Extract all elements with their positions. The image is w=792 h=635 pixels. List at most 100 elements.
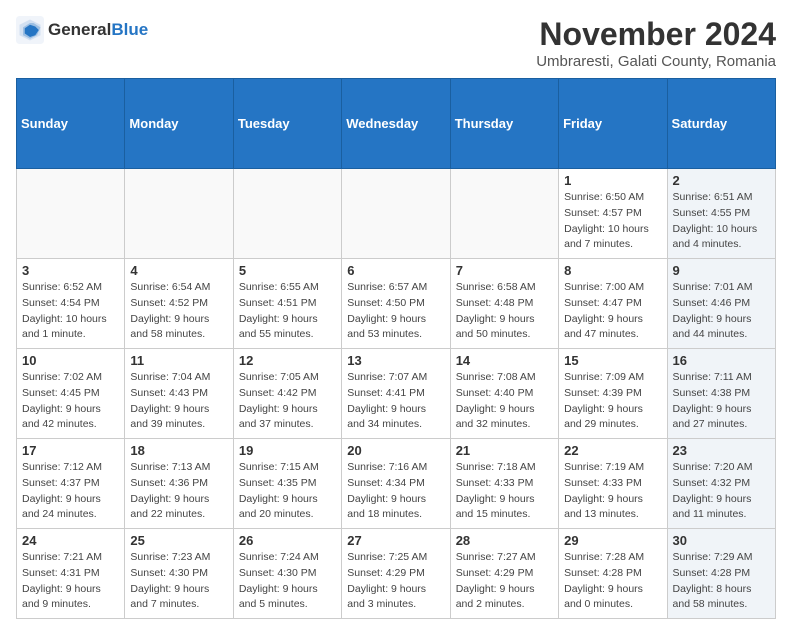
- day-info: Sunrise: 6:55 AMSunset: 4:51 PMDaylight:…: [239, 280, 336, 343]
- calendar-cell: 27 Sunrise: 7:25 AMSunset: 4:29 PMDayligh…: [342, 529, 450, 619]
- calendar-cell: 28Sunrise: 7:27 AMSunset: 4:29 PMDayligh…: [450, 529, 558, 619]
- day-number: 11: [130, 353, 227, 368]
- calendar-week-row: 17 Sunrise: 7:12 AMSunset: 4:37 PMDayligh…: [17, 439, 776, 529]
- day-info: Sunrise: 7:25 AMSunset: 4:29 PMDaylight:…: [347, 550, 444, 613]
- calendar-cell: 16Sunrise: 7:11 AMSunset: 4:38 PMDayligh…: [667, 349, 775, 439]
- day-number: 12: [239, 353, 336, 368]
- day-info: Sunrise: 7:01 AMSunset: 4:46 PMDaylight:…: [673, 280, 770, 343]
- day-number: 20: [347, 443, 444, 458]
- calendar-cell: 5 Sunrise: 6:55 AMSunset: 4:51 PMDaylight…: [233, 259, 341, 349]
- day-info: Sunrise: 6:54 AMSunset: 4:52 PMDaylight:…: [130, 280, 227, 343]
- weekday-header-sunday: Sunday: [17, 79, 125, 169]
- calendar-cell: 29 Sunrise: 7:28 AMSunset: 4:28 PMDayligh…: [559, 529, 667, 619]
- day-info: Sunrise: 6:50 AMSunset: 4:57 PMDaylight:…: [564, 190, 661, 253]
- day-number: 27: [347, 533, 444, 548]
- calendar-cell: 8 Sunrise: 7:00 AMSunset: 4:47 PMDaylight…: [559, 259, 667, 349]
- calendar-cell: 12Sunrise: 7:05 AMSunset: 4:42 PMDayligh…: [233, 349, 341, 439]
- calendar-week-row: 1 Sunrise: 6:50 AMSunset: 4:57 PMDaylight…: [17, 169, 776, 259]
- day-info: Sunrise: 7:07 AMSunset: 4:41 PMDaylight:…: [347, 370, 444, 433]
- day-number: 10: [22, 353, 119, 368]
- calendar-cell: 17 Sunrise: 7:12 AMSunset: 4:37 PMDayligh…: [17, 439, 125, 529]
- weekday-header-wednesday: Wednesday: [342, 79, 450, 169]
- calendar-cell: 1 Sunrise: 6:50 AMSunset: 4:57 PMDaylight…: [559, 169, 667, 259]
- day-info: Sunrise: 7:12 AMSunset: 4:37 PMDaylight:…: [22, 460, 119, 523]
- calendar-cell: 6Sunrise: 6:57 AMSunset: 4:50 PMDaylight…: [342, 259, 450, 349]
- calendar-week-row: 24Sunrise: 7:21 AMSunset: 4:31 PMDayligh…: [17, 529, 776, 619]
- day-number: 1: [564, 173, 661, 188]
- calendar-cell: [342, 169, 450, 259]
- logo-text: General Blue: [48, 20, 148, 40]
- day-number: 26: [239, 533, 336, 548]
- day-number: 17: [22, 443, 119, 458]
- day-info: Sunrise: 7:16 AMSunset: 4:34 PMDaylight:…: [347, 460, 444, 523]
- calendar-cell: [125, 169, 233, 259]
- day-info: Sunrise: 6:51 AMSunset: 4:55 PMDaylight:…: [673, 190, 770, 253]
- logo-icon: [16, 16, 44, 44]
- day-number: 28: [456, 533, 553, 548]
- calendar-cell: 19 Sunrise: 7:15 AMSunset: 4:35 PMDayligh…: [233, 439, 341, 529]
- day-number: 30: [673, 533, 770, 548]
- day-number: 18: [130, 443, 227, 458]
- calendar-cell: 2Sunrise: 6:51 AMSunset: 4:55 PMDaylight…: [667, 169, 775, 259]
- calendar-cell: 3 Sunrise: 6:52 AMSunset: 4:54 PMDaylight…: [17, 259, 125, 349]
- day-number: 5: [239, 263, 336, 278]
- weekday-header-tuesday: Tuesday: [233, 79, 341, 169]
- day-number: 13: [347, 353, 444, 368]
- day-number: 4: [130, 263, 227, 278]
- day-info: Sunrise: 7:28 AMSunset: 4:28 PMDaylight:…: [564, 550, 661, 613]
- day-number: 7: [456, 263, 553, 278]
- calendar-cell: 4 Sunrise: 6:54 AMSunset: 4:52 PMDaylight…: [125, 259, 233, 349]
- day-number: 3: [22, 263, 119, 278]
- day-info: Sunrise: 7:13 AMSunset: 4:36 PMDaylight:…: [130, 460, 227, 523]
- weekday-header-monday: Monday: [125, 79, 233, 169]
- calendar-cell: 14 Sunrise: 7:08 AMSunset: 4:40 PMDayligh…: [450, 349, 558, 439]
- calendar-cell: 23Sunrise: 7:20 AMSunset: 4:32 PMDayligh…: [667, 439, 775, 529]
- logo: General Blue: [16, 16, 148, 44]
- calendar-cell: 24Sunrise: 7:21 AMSunset: 4:31 PMDayligh…: [17, 529, 125, 619]
- calendar-cell: 7 Sunrise: 6:58 AMSunset: 4:48 PMDaylight…: [450, 259, 558, 349]
- calendar-cell: 13 Sunrise: 7:07 AMSunset: 4:41 PMDayligh…: [342, 349, 450, 439]
- day-number: 6: [347, 263, 444, 278]
- location-subtitle: Umbraresti, Galati County, Romania: [536, 53, 776, 70]
- weekday-header-friday: Friday: [559, 79, 667, 169]
- day-number: 15: [564, 353, 661, 368]
- calendar-week-row: 3 Sunrise: 6:52 AMSunset: 4:54 PMDaylight…: [17, 259, 776, 349]
- day-info: Sunrise: 7:08 AMSunset: 4:40 PMDaylight:…: [456, 370, 553, 433]
- day-number: 25: [130, 533, 227, 548]
- calendar-cell: 10 Sunrise: 7:02 AMSunset: 4:45 PMDayligh…: [17, 349, 125, 439]
- day-info: Sunrise: 7:24 AMSunset: 4:30 PMDaylight:…: [239, 550, 336, 613]
- month-title: November 2024: [536, 16, 776, 53]
- day-info: Sunrise: 6:58 AMSunset: 4:48 PMDaylight:…: [456, 280, 553, 343]
- day-info: Sunrise: 7:00 AMSunset: 4:47 PMDaylight:…: [564, 280, 661, 343]
- page-header: General Blue November 2024 Umbraresti, G…: [16, 16, 776, 70]
- day-info: Sunrise: 6:52 AMSunset: 4:54 PMDaylight:…: [22, 280, 119, 343]
- calendar-cell: 9 Sunrise: 7:01 AMSunset: 4:46 PMDaylight…: [667, 259, 775, 349]
- day-info: Sunrise: 7:19 AMSunset: 4:33 PMDaylight:…: [564, 460, 661, 523]
- day-number: 21: [456, 443, 553, 458]
- calendar-cell: [450, 169, 558, 259]
- day-info: Sunrise: 7:18 AMSunset: 4:33 PMDaylight:…: [456, 460, 553, 523]
- day-info: Sunrise: 7:15 AMSunset: 4:35 PMDaylight:…: [239, 460, 336, 523]
- day-number: 8: [564, 263, 661, 278]
- day-info: Sunrise: 7:02 AMSunset: 4:45 PMDaylight:…: [22, 370, 119, 433]
- day-info: Sunrise: 7:04 AMSunset: 4:43 PMDaylight:…: [130, 370, 227, 433]
- calendar-table: SundayMondayTuesdayWednesdayThursdayFrid…: [16, 78, 776, 619]
- calendar-cell: [233, 169, 341, 259]
- calendar-cell: [17, 169, 125, 259]
- weekday-header-thursday: Thursday: [450, 79, 558, 169]
- calendar-cell: 26 Sunrise: 7:24 AMSunset: 4:30 PMDayligh…: [233, 529, 341, 619]
- day-number: 22: [564, 443, 661, 458]
- day-info: Sunrise: 7:20 AMSunset: 4:32 PMDaylight:…: [673, 460, 770, 523]
- day-info: Sunrise: 7:09 AMSunset: 4:39 PMDaylight:…: [564, 370, 661, 433]
- calendar-header-row: SundayMondayTuesdayWednesdayThursdayFrid…: [17, 79, 776, 169]
- calendar-cell: 25 Sunrise: 7:23 AMSunset: 4:30 PMDayligh…: [125, 529, 233, 619]
- calendar-cell: 30Sunrise: 7:29 AMSunset: 4:28 PMDayligh…: [667, 529, 775, 619]
- day-info: Sunrise: 7:23 AMSunset: 4:30 PMDaylight:…: [130, 550, 227, 613]
- day-number: 14: [456, 353, 553, 368]
- day-number: 29: [564, 533, 661, 548]
- day-number: 19: [239, 443, 336, 458]
- day-number: 9: [673, 263, 770, 278]
- weekday-header-saturday: Saturday: [667, 79, 775, 169]
- calendar-week-row: 10 Sunrise: 7:02 AMSunset: 4:45 PMDayligh…: [17, 349, 776, 439]
- calendar-cell: 20 Sunrise: 7:16 AMSunset: 4:34 PMDayligh…: [342, 439, 450, 529]
